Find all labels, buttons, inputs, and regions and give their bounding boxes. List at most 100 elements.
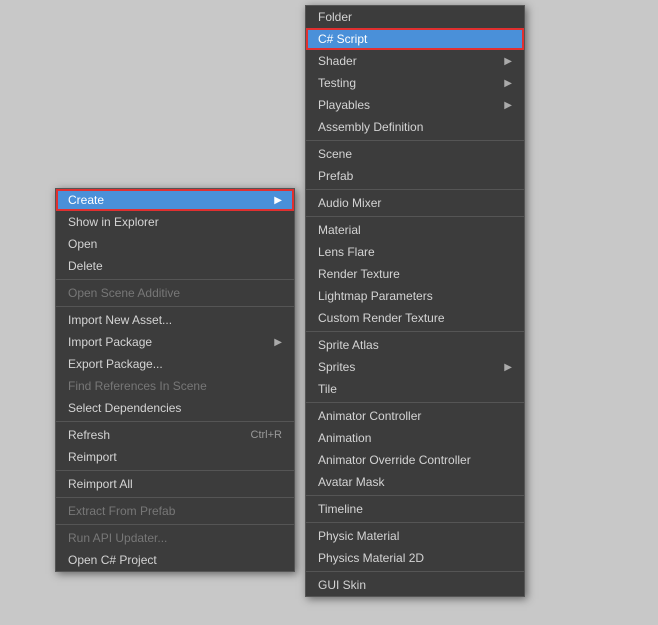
menu-item-label: Import Package (68, 335, 152, 349)
menu-item-folder[interactable]: Folder (306, 6, 524, 28)
menu-item-label: Show in Explorer (68, 215, 159, 229)
menu-item-select-dependencies[interactable]: Select Dependencies (56, 397, 294, 419)
menu-item-label: Scene (318, 147, 352, 161)
menu-item-label: Open C# Project (68, 553, 157, 567)
menu-item-label: Prefab (318, 169, 353, 183)
menu-item-audio-mixer[interactable]: Audio Mixer (306, 192, 524, 214)
menu-item-label: Animation (318, 431, 371, 445)
menu-item-label: Playables (318, 98, 370, 112)
menu-item-animation[interactable]: Animation (306, 427, 524, 449)
menu-item-csharp-script[interactable]: C# Script (306, 28, 524, 50)
menu-separator (306, 189, 524, 190)
menu-item-label: Assembly Definition (318, 120, 423, 134)
menu-item-label: Reimport All (68, 477, 133, 491)
menu-item-prefab[interactable]: Prefab (306, 165, 524, 187)
menu-item-label: Export Package... (68, 357, 163, 371)
menu-separator (306, 522, 524, 523)
menu-item-animator-controller[interactable]: Animator Controller (306, 405, 524, 427)
menu-item-refresh[interactable]: Refresh Ctrl+R (56, 424, 294, 446)
menu-item-testing[interactable]: Testing ▶ (306, 72, 524, 94)
menu-item-label: Lens Flare (318, 245, 375, 259)
menu-item-physic-material[interactable]: Physic Material (306, 525, 524, 547)
menu-item-tile[interactable]: Tile (306, 378, 524, 400)
menu-separator (56, 524, 294, 525)
menu-item-playables[interactable]: Playables ▶ (306, 94, 524, 116)
menu-item-label: Audio Mixer (318, 196, 381, 210)
menu-item-label: GUI Skin (318, 578, 366, 592)
menu-item-show-in-explorer[interactable]: Show in Explorer (56, 211, 294, 233)
menu-separator (306, 216, 524, 217)
menu-separator (56, 470, 294, 471)
menu-item-import-new-asset[interactable]: Import New Asset... (56, 309, 294, 331)
menu-separator (306, 495, 524, 496)
menu-item-assembly-definition[interactable]: Assembly Definition (306, 116, 524, 138)
menu-item-label: Tile (318, 382, 337, 396)
menu-item-animator-override-controller[interactable]: Animator Override Controller (306, 449, 524, 471)
menu-item-label: Shader (318, 54, 357, 68)
menu-item-label: Timeline (318, 502, 363, 516)
menu-item-label: Testing (318, 76, 356, 90)
menu-item-label: Folder (318, 10, 352, 24)
menu-item-label: Render Texture (318, 267, 400, 281)
menu-item-export-package[interactable]: Export Package... (56, 353, 294, 375)
menu-separator (306, 331, 524, 332)
menu-item-open-csharp-project[interactable]: Open C# Project (56, 549, 294, 571)
menu-item-render-texture[interactable]: Render Texture (306, 263, 524, 285)
menu-item-shader[interactable]: Shader ▶ (306, 50, 524, 72)
menu-separator (56, 279, 294, 280)
menu-item-label: Animator Controller (318, 409, 421, 423)
menu-separator (56, 497, 294, 498)
menu-item-run-api-updater: Run API Updater... (56, 527, 294, 549)
menu-item-reimport-all[interactable]: Reimport All (56, 473, 294, 495)
menu-item-label: Open (68, 237, 97, 251)
right-context-menu: Folder C# Script Shader ▶ Testing ▶ Playables ▶… (305, 5, 525, 597)
menu-item-custom-render-texture[interactable]: Custom Render Texture (306, 307, 524, 329)
menu-item-label: Run API Updater... (68, 531, 167, 545)
menu-item-label: Select Dependencies (68, 401, 181, 415)
menu-item-gui-skin[interactable]: GUI Skin (306, 574, 524, 596)
menu-item-sprites[interactable]: Sprites ▶ (306, 356, 524, 378)
menu-item-label: Animator Override Controller (318, 453, 471, 467)
menu-item-scene[interactable]: Scene (306, 143, 524, 165)
menu-item-label: C# Script (318, 32, 367, 46)
menu-item-find-references: Find References In Scene (56, 375, 294, 397)
menu-item-label: Open Scene Additive (68, 286, 180, 300)
menu-separator (56, 421, 294, 422)
menu-item-label: Find References In Scene (68, 379, 207, 393)
menu-item-extract-from-prefab: Extract From Prefab (56, 500, 294, 522)
submenu-arrow-icon: ▶ (504, 56, 512, 67)
menu-item-shortcut: Ctrl+R (251, 429, 282, 441)
menu-item-label: Physics Material 2D (318, 551, 424, 565)
menu-item-label: Sprites (318, 360, 355, 374)
menu-item-label: Physic Material (318, 529, 399, 543)
submenu-arrow-icon: ▶ (504, 362, 512, 373)
submenu-arrow-icon: ▶ (274, 337, 282, 348)
menu-item-label: Import New Asset... (68, 313, 172, 327)
menu-item-label: Material (318, 223, 361, 237)
menu-item-label: Sprite Atlas (318, 338, 379, 352)
menu-item-delete[interactable]: Delete (56, 255, 294, 277)
menu-item-material[interactable]: Material (306, 219, 524, 241)
menu-item-avatar-mask[interactable]: Avatar Mask (306, 471, 524, 493)
menu-item-label: Refresh (68, 428, 110, 442)
menu-item-sprite-atlas[interactable]: Sprite Atlas (306, 334, 524, 356)
submenu-arrow-icon: ▶ (274, 195, 282, 206)
menu-item-reimport[interactable]: Reimport (56, 446, 294, 468)
menu-item-create[interactable]: Create ▶ (56, 189, 294, 211)
menu-item-physics-material-2d[interactable]: Physics Material 2D (306, 547, 524, 569)
menu-item-lens-flare[interactable]: Lens Flare (306, 241, 524, 263)
menu-item-label: Create (68, 193, 104, 207)
submenu-arrow-icon: ▶ (504, 100, 512, 111)
menu-separator (306, 140, 524, 141)
menu-item-label: Custom Render Texture (318, 311, 445, 325)
menu-item-import-package[interactable]: Import Package ▶ (56, 331, 294, 353)
menu-item-timeline[interactable]: Timeline (306, 498, 524, 520)
menu-item-label: Extract From Prefab (68, 504, 175, 518)
menu-separator (306, 571, 524, 572)
menu-item-open[interactable]: Open (56, 233, 294, 255)
submenu-arrow-icon: ▶ (504, 78, 512, 89)
menu-item-open-scene-additive: Open Scene Additive (56, 282, 294, 304)
menu-item-label: Reimport (68, 450, 117, 464)
menu-item-lightmap-parameters[interactable]: Lightmap Parameters (306, 285, 524, 307)
menu-separator (56, 306, 294, 307)
